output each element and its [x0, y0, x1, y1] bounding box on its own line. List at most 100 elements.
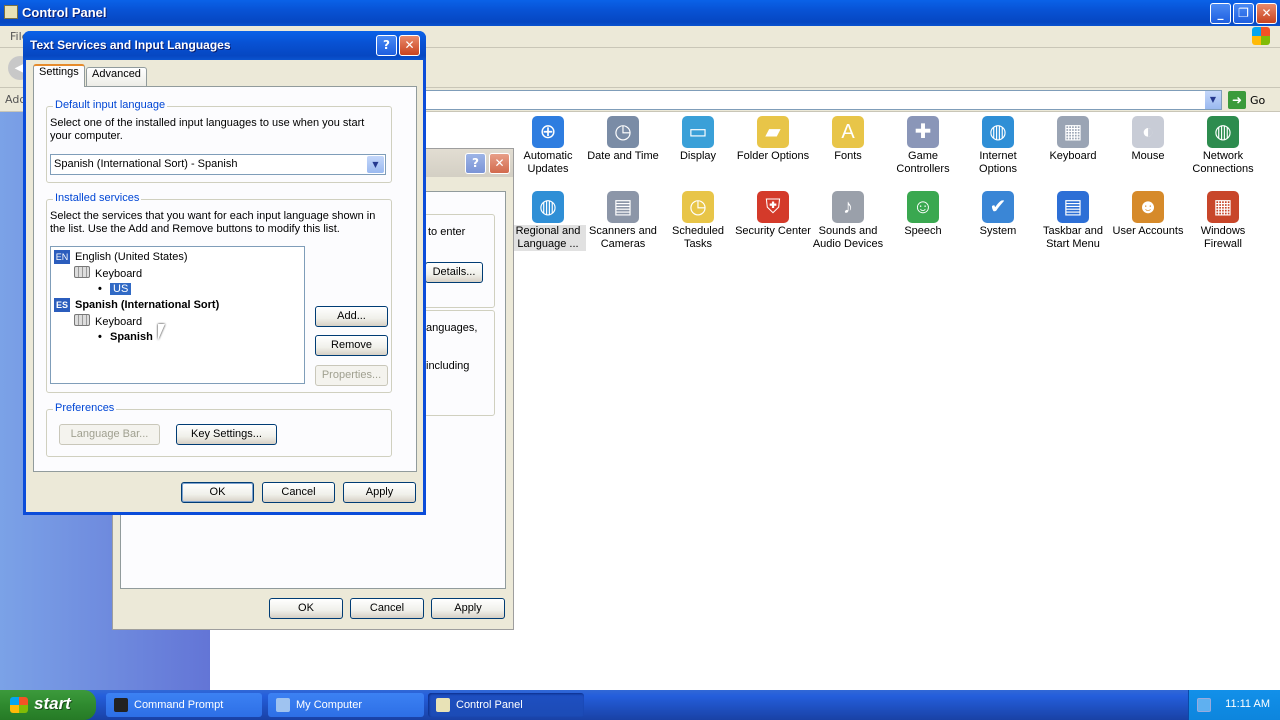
control-panel-item[interactable]: ◐ Mouse	[1110, 116, 1186, 163]
maximize-button[interactable]: ❐	[1233, 3, 1254, 24]
tree-keyboard-es[interactable]: Keyboard	[74, 314, 142, 329]
control-panel-item[interactable]: ◷ Scheduled Tasks	[660, 191, 736, 251]
tree-label: Spanish (International Sort)	[75, 299, 220, 311]
users-icon: ☻	[1132, 191, 1164, 223]
tree-keyboard-en[interactable]: Keyboard	[74, 266, 142, 281]
cancel-button[interactable]: Cancel	[350, 598, 424, 619]
control-panel-item[interactable]: ☺ Speech	[885, 191, 961, 238]
control-panel-item-label: User Accounts	[1112, 225, 1184, 237]
control-panel-items: ⊕ Automatic Updates ◷ Date and Time ▭ Display…	[510, 112, 1280, 272]
chevron-down-icon[interactable]: ▼	[367, 156, 384, 173]
control-panel-item-label: Sounds and Audio Devices	[812, 225, 884, 250]
control-panel-item-label: Internet Options	[979, 150, 1017, 175]
close-button[interactable]: ✕	[1256, 3, 1277, 24]
speaker-icon: ♪	[832, 191, 864, 223]
preferences-group: Preferences Language Bar... Key Settings…	[46, 402, 392, 457]
go-label: Go	[1250, 94, 1266, 107]
control-panel-item[interactable]: ◍ Regional and Language ...	[510, 191, 586, 251]
keyboard-icon	[74, 266, 90, 278]
address-input[interactable]: ▼	[424, 90, 1222, 110]
remove-button[interactable]: Remove	[315, 335, 388, 356]
minimize-button[interactable]: _	[1210, 3, 1231, 24]
control-panel-item[interactable]: ▭ Display	[660, 116, 736, 163]
taskbar-button[interactable]: Control Panel	[428, 693, 584, 717]
control-panel-item[interactable]: ✔ System	[960, 191, 1036, 238]
apply-button[interactable]: Apply	[431, 598, 505, 619]
control-panel-item[interactable]: ◍ Internet Options	[960, 116, 1036, 176]
control-panel-item[interactable]: ⊕ Automatic Updates	[510, 116, 586, 176]
control-panel-item[interactable]: ▦ Keyboard	[1035, 116, 1111, 163]
control-panel-item[interactable]: ♪ Sounds and Audio Devices	[810, 191, 886, 251]
taskbar-button[interactable]: My Computer	[268, 693, 424, 717]
tree-label: English (United States)	[75, 251, 188, 263]
services-tree[interactable]: EN English (United States) Keyboard • US E…	[50, 246, 305, 384]
control-panel-item[interactable]: ▦ Windows Firewall	[1185, 191, 1261, 251]
network-icon[interactable]	[1197, 698, 1211, 712]
control-panel-item[interactable]: ◍ Network Connections	[1185, 116, 1261, 176]
bullet-icon: •	[98, 283, 102, 295]
control-panel-icon	[436, 698, 450, 712]
key-settings-button[interactable]: Key Settings...	[176, 424, 277, 445]
control-panel-item-label: Regional and Language ...	[510, 225, 586, 251]
my-computer-icon	[276, 698, 290, 712]
tree-layout-us[interactable]: • US	[98, 282, 132, 296]
control-panel-item[interactable]: A Fonts	[810, 116, 886, 163]
chevron-down-icon[interactable]: ▼	[1205, 91, 1221, 109]
tab-advanced[interactable]: Advanced	[86, 67, 147, 87]
control-panel-item-label: Keyboard	[1049, 150, 1097, 162]
default-language-group: Default input language Select one of the…	[46, 99, 392, 183]
control-panel-item-label: Mouse	[1131, 150, 1165, 162]
globe-icon: ◍	[982, 116, 1014, 148]
control-panel-item[interactable]: ▤ Scanners and Cameras	[585, 191, 661, 251]
keyboard-icon	[74, 314, 90, 326]
control-panel-item[interactable]: ⛨ Security Center	[735, 191, 811, 238]
help-icon[interactable]: ?	[376, 35, 397, 56]
tree-layout-spanish[interactable]: • Spanish	[98, 330, 153, 344]
control-panel-titlebar[interactable]: Control Panel _ ❐ ✕	[0, 0, 1280, 26]
display-icon: ▭	[682, 116, 714, 148]
group-title: Preferences	[53, 402, 117, 414]
control-panel-item[interactable]: ☻ User Accounts	[1110, 191, 1186, 238]
network-globe-icon: ◍	[1207, 116, 1239, 148]
bullet-icon: •	[98, 331, 102, 343]
tree-label: Keyboard	[95, 268, 143, 280]
language-badge: EN	[54, 250, 70, 264]
ok-button[interactable]: OK	[269, 598, 343, 619]
control-panel-item[interactable]: ▰ Folder Options	[735, 116, 811, 163]
ok-button[interactable]: OK	[181, 482, 254, 503]
tree-language-english[interactable]: EN English (United States)	[54, 250, 188, 264]
go-button[interactable]: ➜ Go	[1228, 91, 1278, 109]
installed-services-group: Installed services Select the services t…	[46, 192, 392, 393]
tree-label: Spanish	[110, 331, 153, 343]
cancel-button[interactable]: Cancel	[262, 482, 335, 503]
add-button[interactable]: Add...	[315, 306, 388, 327]
help-icon[interactable]: ?	[465, 153, 486, 174]
control-panel-item[interactable]: ✚ Game Controllers	[885, 116, 961, 176]
language-bar-button[interactable]: Language Bar...	[59, 424, 160, 445]
taskbar-button[interactable]: Command Prompt	[106, 693, 262, 717]
installed-services-description: Select the services that you want for ea…	[50, 210, 376, 235]
close-icon[interactable]: ✕	[489, 153, 510, 174]
default-language-select[interactable]: Spanish (International Sort) - Spanish ▼	[50, 154, 386, 175]
default-language-description: Select one of the installed input langua…	[50, 117, 365, 142]
details-button[interactable]: Details...	[425, 262, 483, 283]
folder-icon: ▰	[757, 116, 789, 148]
control-panel-item-label: Folder Options	[736, 150, 810, 162]
mouse-icon: ◐	[1132, 116, 1164, 148]
control-panel-item[interactable]: ◷ Date and Time	[585, 116, 661, 163]
properties-button[interactable]: Properties...	[315, 365, 388, 386]
system-tray: 11:11 AM	[1188, 690, 1280, 720]
control-panel-item-label: Scheduled Tasks	[672, 225, 724, 250]
taskbar-button-label: Command Prompt	[134, 699, 224, 711]
control-panel-item-label: Speech	[904, 225, 942, 237]
start-button[interactable]: start	[0, 690, 96, 720]
tree-language-spanish[interactable]: ES Spanish (International Sort)	[54, 298, 219, 312]
partial-text: including	[426, 360, 470, 372]
control-panel-item-label: Security Center	[735, 225, 811, 237]
tab-settings[interactable]: Settings	[33, 64, 85, 87]
text-services-titlebar[interactable]: Text Services and Input Languages ? ✕	[23, 31, 426, 60]
control-panel-item[interactable]: ▤ Taskbar and Start Menu	[1035, 191, 1111, 251]
language-badge: ES	[54, 298, 70, 312]
close-icon[interactable]: ✕	[399, 35, 420, 56]
apply-button[interactable]: Apply	[343, 482, 416, 503]
